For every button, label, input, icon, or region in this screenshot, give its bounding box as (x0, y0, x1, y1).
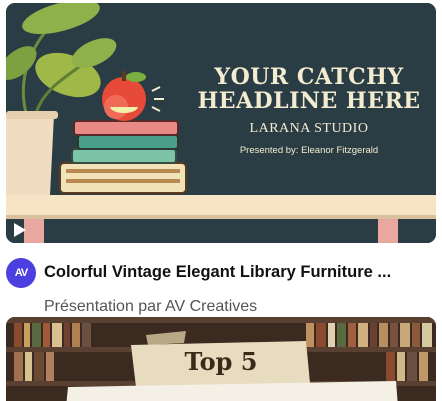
play-icon (14, 223, 26, 237)
creator-avatar[interactable]: AV (6, 258, 36, 288)
template-meta: AV Colorful Vintage Elegant Library Furn… (6, 256, 436, 316)
headline-line-2: HEADLINE HERE (197, 88, 421, 114)
studio-name: LARANA STUDIO (249, 121, 369, 136)
template-thumbnail-library[interactable]: YOUR CATCHY HEADLINE HERE LARANA STUDIO … (6, 3, 436, 243)
template-thumbnail-top5[interactable]: Top 5 (6, 317, 436, 401)
headline: YOUR CATCHY HEADLINE HERE (194, 65, 424, 113)
template-subtitle: Présentation par AV Creatives (44, 298, 258, 315)
headline-line-1: YOUR CATCHY (214, 64, 404, 90)
book-stack (59, 120, 187, 194)
template-title[interactable]: Colorful Vintage Elegant Library Furnitu… (44, 263, 436, 282)
presented-by: Presented by: Eleanor Fitzgerald (239, 145, 379, 156)
top5-label: Top 5 (184, 347, 258, 376)
